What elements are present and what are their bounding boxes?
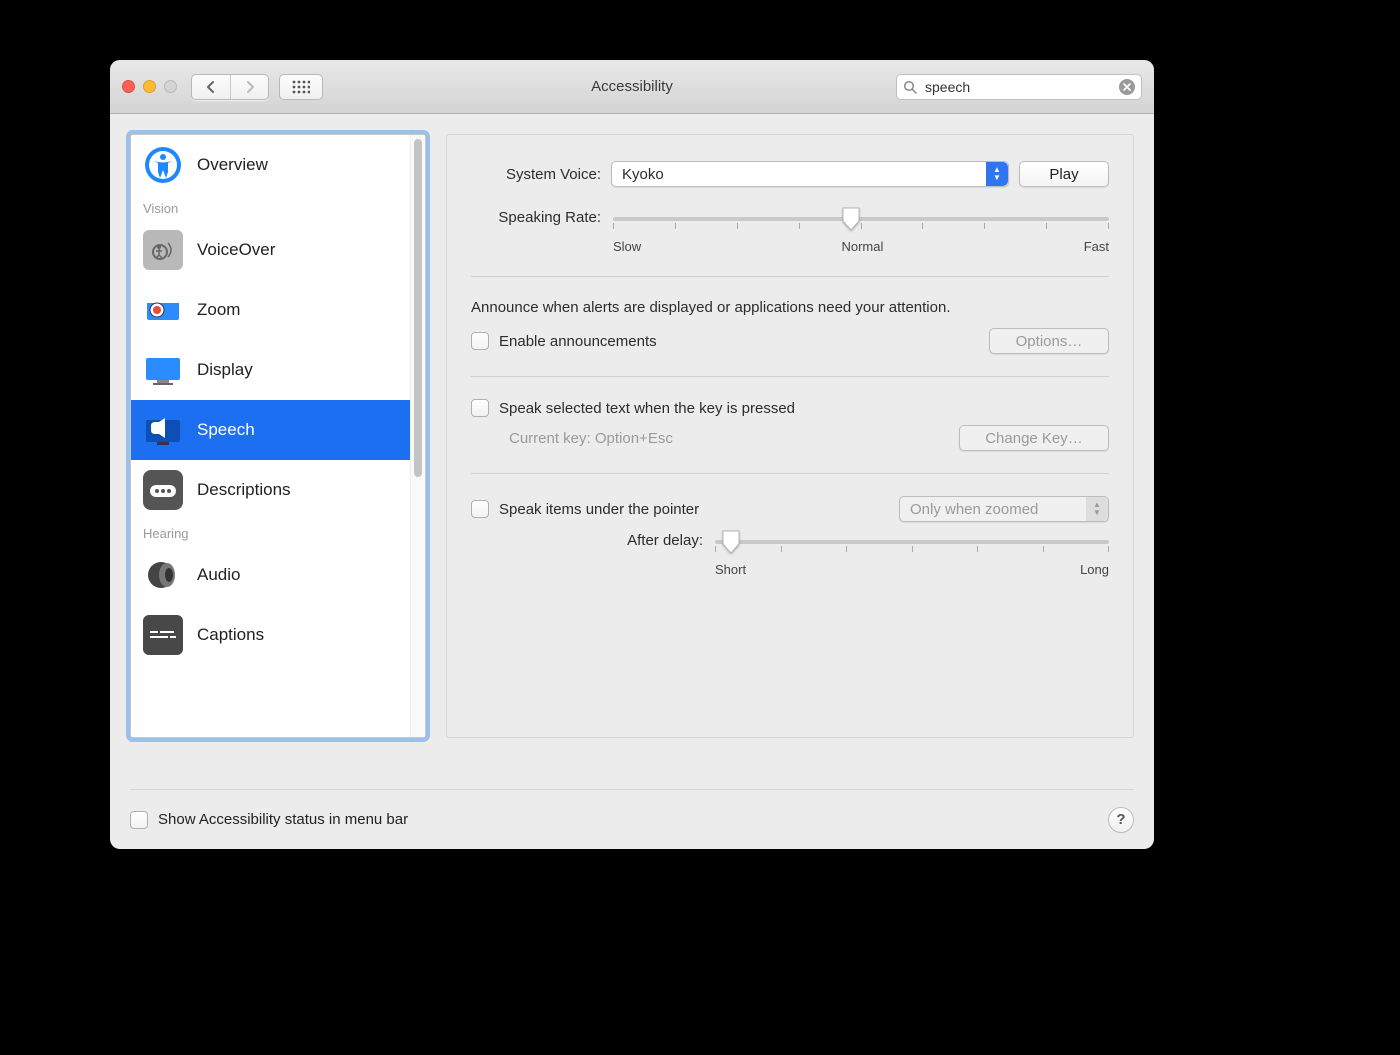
sidebar-item-label: Captions: [197, 625, 264, 645]
show-status-in-menubar-checkbox[interactable]: [130, 811, 148, 829]
close-window-button[interactable]: [122, 80, 135, 93]
titlebar: Accessibility: [110, 60, 1154, 114]
sidebar-item-label: VoiceOver: [197, 240, 275, 260]
sidebar-item-captions[interactable]: Captions: [131, 605, 410, 665]
nav-forward-button: [230, 75, 268, 99]
sidebar-item-label: Zoom: [197, 300, 240, 320]
sidebar-item-label: Display: [197, 360, 253, 380]
search-field[interactable]: [896, 74, 1142, 100]
clear-search-button[interactable]: [1119, 79, 1135, 95]
dropdown-arrows-icon: ▲▼: [1086, 497, 1108, 521]
content-area: Overview Vision VoiceOver Zoom: [110, 114, 1154, 781]
x-icon: [1123, 83, 1131, 91]
sidebar-item-zoom[interactable]: Zoom: [131, 280, 410, 340]
dropdown-arrows-icon: ▲▼: [986, 162, 1008, 186]
speaking-rate-slider[interactable]: [613, 209, 1109, 229]
sidebar-item-audio[interactable]: Audio: [131, 545, 410, 605]
fullscreen-window-button: [164, 80, 177, 93]
sidebar-item-label: Speech: [197, 420, 255, 440]
display-icon: [143, 350, 183, 390]
rate-slow-label: Slow: [613, 239, 641, 254]
system-preferences-window: Accessibility Overview Vision: [110, 60, 1154, 849]
speak-selected-text-checkbox[interactable]: [471, 399, 489, 417]
bottom-bar: Show Accessibility status in menu bar ?: [130, 789, 1134, 849]
speaking-rate-label: Speaking Rate:: [471, 209, 601, 254]
sidebar-item-voiceover[interactable]: VoiceOver: [131, 220, 410, 280]
sidebar-category-vision: Vision: [131, 195, 410, 220]
system-voice-dropdown[interactable]: Kyoko ▲▼: [611, 161, 1009, 187]
rate-fast-label: Fast: [1084, 239, 1109, 254]
chevron-left-icon: [206, 81, 216, 93]
sidebar-item-label: Descriptions: [197, 480, 291, 500]
change-key-button: Change Key…: [959, 425, 1109, 451]
play-voice-button[interactable]: Play: [1019, 161, 1109, 187]
minimize-window-button[interactable]: [143, 80, 156, 93]
system-voice-value: Kyoko: [622, 166, 664, 183]
announce-description: Announce when alerts are displayed or ap…: [471, 299, 1011, 316]
nav-back-button[interactable]: [192, 75, 230, 99]
search-input[interactable]: [923, 78, 1113, 96]
enable-announcements-checkbox[interactable]: [471, 332, 489, 350]
window-controls: [122, 80, 177, 93]
after-delay-slider[interactable]: [715, 532, 1109, 552]
enable-announcements-label: Enable announcements: [499, 333, 657, 350]
rate-normal-label: Normal: [841, 239, 883, 254]
sidebar-item-overview[interactable]: Overview: [131, 135, 410, 195]
accessibility-icon: [143, 145, 183, 185]
after-delay-label: After delay:: [471, 532, 703, 577]
announcements-options-button: Options…: [989, 328, 1109, 354]
system-voice-label: System Voice:: [471, 166, 601, 183]
sidebar-item-speech[interactable]: Speech: [131, 400, 410, 460]
voiceover-icon: [143, 230, 183, 270]
speech-icon: [143, 410, 183, 450]
speak-under-pointer-label: Speak items under the pointer: [499, 501, 699, 518]
question-mark-icon: ?: [1116, 811, 1125, 828]
chevron-right-icon: [245, 81, 255, 93]
descriptions-icon: [143, 470, 183, 510]
delay-long-label: Long: [1080, 562, 1109, 577]
search-icon: [903, 80, 917, 94]
sidebar-category-hearing: Hearing: [131, 520, 410, 545]
show-all-button[interactable]: [279, 74, 323, 100]
sidebar-scrollbar[interactable]: [410, 135, 425, 737]
sidebar-item-display[interactable]: Display: [131, 340, 410, 400]
sidebar-item-label: Overview: [197, 155, 268, 175]
nav-segmented-control: [191, 74, 269, 100]
speak-pointer-mode-dropdown: Only when zoomed ▲▼: [899, 496, 1109, 522]
current-key-label: Current key: Option+Esc: [509, 430, 673, 447]
zoom-icon: [143, 290, 183, 330]
show-status-in-menubar-label: Show Accessibility status in menu bar: [158, 811, 408, 828]
delay-short-label: Short: [715, 562, 746, 577]
sidebar-item-descriptions[interactable]: Descriptions: [131, 460, 410, 520]
category-sidebar: Overview Vision VoiceOver Zoom: [130, 134, 426, 738]
sidebar-item-label: Audio: [197, 565, 240, 585]
captions-icon: [143, 615, 183, 655]
scrollbar-thumb[interactable]: [414, 139, 422, 477]
speak-under-pointer-checkbox[interactable]: [471, 500, 489, 518]
grid-icon: [292, 80, 310, 94]
speech-settings-pane: System Voice: Kyoko ▲▼ Play Speaking Rat…: [446, 134, 1134, 738]
help-button[interactable]: ?: [1108, 807, 1134, 833]
speak-selected-text-label: Speak selected text when the key is pres…: [499, 400, 795, 417]
speak-pointer-mode-value: Only when zoomed: [910, 501, 1038, 518]
audio-icon: [143, 555, 183, 595]
